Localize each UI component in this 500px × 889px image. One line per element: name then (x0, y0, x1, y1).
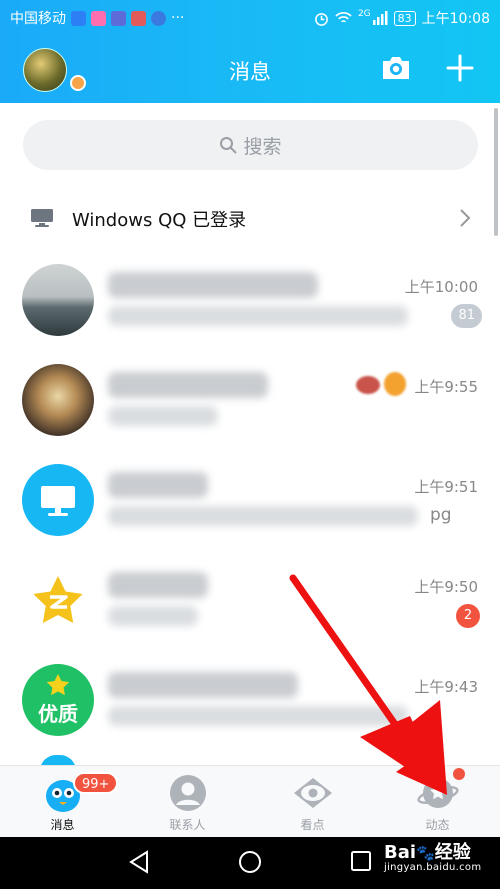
wifi-icon (335, 12, 352, 23)
battery-level: 83 (393, 10, 416, 26)
signal-icon (372, 11, 388, 25)
back-icon[interactable] (128, 850, 150, 874)
unread-badge: 81 (451, 304, 482, 328)
conversation-item[interactable]: 上午10:00 81 (0, 250, 500, 350)
tab-label: 看点 (300, 818, 325, 832)
star-icon (33, 576, 83, 623)
add-button[interactable] (444, 52, 476, 84)
status-right: 2G 83 上午10:08 (314, 8, 490, 28)
message-preview (108, 406, 218, 426)
play-icon (91, 10, 106, 26)
contacts-icon (170, 775, 206, 811)
conversation-item[interactable]: 上午9:55 (0, 350, 500, 450)
message-preview (108, 506, 418, 526)
monitor-icon (31, 209, 53, 227)
tab-feed[interactable]: 动态 (375, 766, 500, 838)
screen: 中国移动 ··· 2G 83 上午10:08 消息 搜索 Windows QQ … (0, 0, 500, 889)
game-icon (111, 10, 126, 26)
page-title: 消息 (229, 60, 271, 84)
network-type: 2G (357, 9, 371, 19)
conversation-item[interactable]: 上午9:50 2 (0, 550, 500, 650)
home-icon[interactable] (238, 850, 262, 874)
more-notifications: ··· (171, 10, 185, 26)
message-time: 上午9:51 (414, 478, 478, 496)
pc-login-text: Windows QQ 已登录 (72, 210, 247, 231)
conversation-name (108, 372, 268, 398)
tab-label: 联系人 (169, 818, 206, 832)
conversation-item[interactable]: pg 上午9:51 (0, 450, 500, 550)
search-input[interactable]: 搜索 (23, 120, 478, 170)
vk-icon (151, 10, 166, 26)
tab-unread-badge: 99+ (73, 772, 119, 794)
monitor-icon (41, 486, 75, 516)
scrollbar[interactable] (494, 108, 498, 236)
preview-tail: pg (430, 505, 452, 525)
avatar (22, 364, 94, 436)
eye-icon (294, 778, 332, 808)
tab-discover[interactable]: 看点 (250, 766, 375, 838)
conversation-name (108, 272, 318, 298)
camera-icon (383, 57, 409, 79)
message-time: 上午9:55 (414, 378, 478, 396)
watermark-url: jingyan.baidu.com (384, 862, 482, 873)
alarm-icon (315, 12, 328, 26)
tab-contacts[interactable]: 联系人 (125, 766, 250, 838)
search-placeholder: 搜索 (243, 135, 282, 158)
tab-messages[interactable]: 99+ 消息 (0, 766, 125, 838)
premium-badge: 优质 (22, 664, 94, 736)
conversation-name (108, 472, 208, 498)
carrier-label: 中国移动 (10, 11, 66, 27)
tab-label: 动态 (425, 818, 450, 832)
unread-badge: 2 (456, 604, 480, 628)
conversation-name (108, 572, 208, 598)
watermark: Bai🐾经验 jingyan.baidu.com (384, 838, 481, 873)
message-preview (108, 606, 198, 626)
message-preview (108, 706, 408, 726)
app-icon (131, 10, 146, 26)
planet-icon (417, 778, 459, 808)
clock: 上午10:08 (421, 11, 490, 27)
search-icon (220, 137, 237, 154)
qzone-star-icon (22, 564, 94, 636)
message-time: 上午10:00 (404, 278, 478, 296)
premium-label: 优质 (38, 702, 78, 726)
avatar (22, 264, 94, 336)
top-bar: 中国移动 ··· 2G 83 上午10:08 消息 (0, 0, 500, 103)
message-time: 上午9:43 (414, 678, 478, 696)
conversation-item[interactable]: 优质 上午9:43 (0, 650, 500, 750)
paw-icon: 🐾 (416, 844, 435, 862)
camera-button[interactable] (380, 52, 412, 84)
plus-icon (446, 54, 474, 82)
my-computer-icon (22, 464, 94, 536)
header: 消息 (0, 36, 500, 103)
tab-label: 消息 (50, 818, 75, 832)
recent-apps-icon[interactable] (350, 850, 372, 872)
chevron-right-icon (460, 209, 471, 227)
shield-icon (71, 10, 86, 26)
pc-login-notice[interactable]: Windows QQ 已登录 (0, 190, 500, 246)
conversation-name (108, 672, 298, 698)
status-bar: 中国移动 ··· 2G 83 上午10:08 (0, 0, 500, 36)
message-preview (108, 306, 408, 326)
watermark-brand: Bai (384, 842, 417, 863)
tab-bar: 99+ 消息 联系人 看点 动态 (0, 765, 500, 837)
watermark-brand2: 经验 (434, 842, 471, 863)
message-time: 上午9:50 (414, 578, 478, 596)
emoji-icon (356, 376, 380, 394)
status-left: 中国移动 ··· (10, 8, 184, 28)
fire-icon (384, 372, 406, 396)
feed-notification-dot (453, 768, 465, 780)
